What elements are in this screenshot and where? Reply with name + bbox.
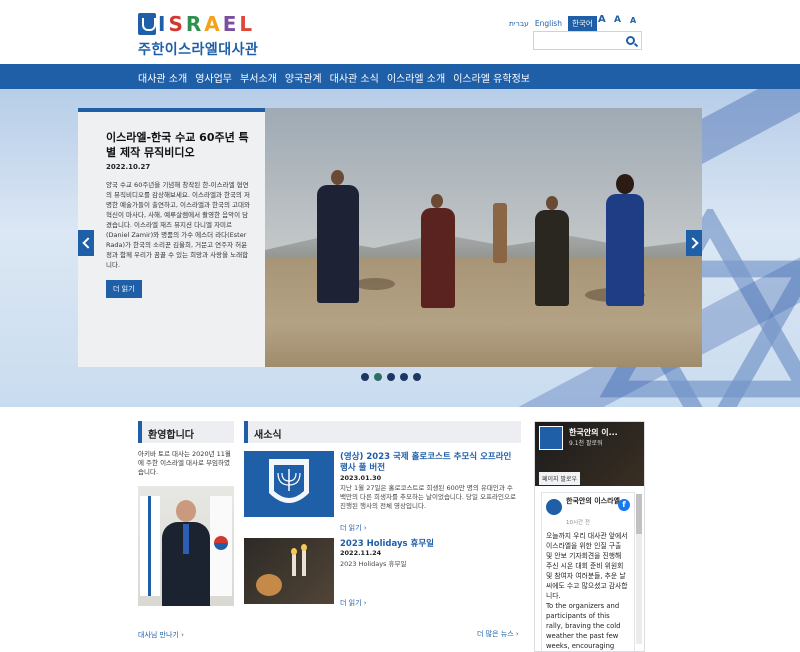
person-figure — [317, 185, 359, 303]
site-name: 주한이스라엘대사관 — [138, 42, 259, 58]
font-size-large[interactable]: A — [598, 14, 606, 25]
facebook-post-text-en: To the organizers and participants of th… — [546, 602, 621, 650]
logo-letter: I — [158, 12, 167, 36]
news-image-candles[interactable] — [244, 538, 334, 604]
ambassador-photo — [138, 486, 234, 606]
person-figure — [606, 194, 644, 306]
font-size-small[interactable]: A — [630, 16, 636, 25]
news-item-read-more[interactable]: 더 읽기 › — [340, 598, 367, 608]
logo-letter: S — [168, 12, 184, 36]
israel-flag — [140, 496, 160, 596]
slide-title[interactable]: 이스라엘-한국 수교 60주년 특별 제작 뮤직비디오 — [106, 130, 251, 160]
logo-letter: A — [204, 12, 221, 36]
meet-ambassador-link[interactable]: 대사님 만나기 › — [138, 630, 184, 640]
carousel-dot[interactable] — [361, 373, 369, 381]
meet-ambassador-link-label: 대사님 만나기 — [138, 631, 179, 639]
news-image-emblem[interactable] — [244, 451, 334, 517]
facebook-post-avatar[interactable] — [546, 499, 562, 515]
logo-letter: E — [222, 12, 238, 36]
nav-item-study[interactable]: 이스라엘 유학정보 — [453, 70, 530, 85]
logo-letter: L — [239, 12, 254, 36]
welcome-heading: 환영합니다 — [138, 421, 234, 443]
emblem-icon — [269, 459, 309, 503]
slide-image[interactable] — [265, 108, 702, 367]
rock-shape — [355, 278, 395, 290]
search-icon[interactable] — [626, 36, 635, 45]
read-more-label: 더 읽기 — [340, 599, 362, 607]
tie-shape — [183, 524, 189, 554]
nav-item-about-israel[interactable]: 이스라엘 소개 — [387, 70, 445, 85]
site-header: I S R A E L 주한이스라엘대사관 עברית English 한국어 … — [0, 0, 800, 64]
nav-item-departments[interactable]: 부서소개 — [240, 70, 277, 85]
facebook-logo-icon: f — [618, 499, 630, 511]
news-item-date: 2023.01.30 — [340, 474, 382, 482]
israel-logo-mark: I S R A E L — [138, 12, 258, 36]
nav-item-news[interactable]: 대사관 소식 — [330, 70, 379, 85]
person-head — [616, 174, 634, 194]
person-head — [331, 170, 344, 185]
news-heading: 새소식 — [244, 421, 521, 443]
facebook-scrollbar[interactable] — [636, 494, 642, 644]
carousel-dot[interactable] — [387, 373, 395, 381]
slide-read-more-button[interactable]: 더 읽기 — [106, 280, 142, 298]
news-item-date: 2022.11.24 — [340, 549, 382, 557]
nav-item-bilateral[interactable]: 양국관계 — [285, 70, 322, 85]
lang-hebrew[interactable]: עברית — [509, 19, 529, 28]
site-logo[interactable]: I S R A E L 주한이스라엘대사관 — [138, 12, 258, 59]
flame-shape — [301, 544, 307, 551]
lang-english[interactable]: English — [535, 19, 562, 28]
person-figure — [421, 208, 455, 308]
hero-carousel: 이스라엘-한국 수교 60주년 특별 제작 뮤직비디오 2022.10.27 양… — [0, 89, 800, 407]
bread-shape — [256, 574, 282, 596]
facebook-cover: 한국안의 이... 9.1천 팔로워 페이지 팔로우 — [535, 422, 644, 486]
nav-item-consular[interactable]: 영사업무 — [195, 70, 232, 85]
menorah-icon — [138, 13, 156, 35]
carousel-dot-active[interactable] — [374, 373, 382, 381]
facebook-page-thumbnail[interactable] — [539, 426, 563, 450]
logo-letter: R — [185, 12, 203, 36]
read-more-label: 더 읽기 — [340, 524, 362, 532]
language-switcher: עברית English 한국어 — [509, 16, 597, 31]
facebook-post-time: 10시간 전 — [566, 520, 590, 526]
news-item-body: 2023 Holidays 휴무일 — [340, 560, 407, 568]
news-item-title[interactable]: (영상) 2023 국제 홀로코스트 추모식 오프라인 행사 풀 버전 — [340, 452, 515, 474]
facebook-post-text-ko: 오늘까지 우리 대사관 앞에서 이스라엘을 위한 인질 구출 및 안보 기자회견… — [546, 532, 628, 600]
facebook-post: 한국안의 이스라엘 f 10시간 전 오늘까지 우리 대사관 앞에서 이스라엘을… — [541, 492, 635, 651]
candle-shape — [292, 554, 296, 576]
follow-button-label: 페이지 팔로우 — [542, 476, 578, 483]
candle-shape — [302, 550, 306, 576]
person-head — [431, 194, 443, 208]
news-item-body: 지난 1월 27일은 홀로코스트로 희생된 600만 명의 유대인과 수 백만의… — [340, 484, 516, 510]
instrument-shape — [493, 203, 507, 263]
carousel-prev-button[interactable] — [78, 230, 94, 256]
scrollbar-thumb[interactable] — [636, 494, 642, 534]
carousel-dot[interactable] — [413, 373, 421, 381]
news-item-read-more[interactable]: 더 읽기 › — [340, 523, 367, 533]
flame-shape — [291, 548, 297, 555]
slide-caption-card: 이스라엘-한국 수교 60주년 특별 제작 뮤직비디오 2022.10.27 양… — [78, 112, 265, 367]
person-head — [546, 196, 558, 210]
korea-flag — [210, 496, 232, 596]
carousel-dots — [361, 373, 421, 381]
more-news-link[interactable]: 더 많은 뉴스 › — [477, 629, 519, 639]
search-input[interactable] — [533, 31, 642, 50]
lang-korean[interactable]: 한국어 — [567, 16, 597, 31]
person-head — [176, 500, 196, 522]
facebook-widget: 한국안의 이... 9.1천 팔로워 페이지 팔로우 한국안의 이스라엘 f 1… — [534, 421, 645, 652]
facebook-page-name[interactable]: 한국안의 이... — [569, 427, 618, 438]
nav-item-about-embassy[interactable]: 대사관 소개 — [138, 70, 187, 85]
carousel-next-button[interactable] — [686, 230, 702, 256]
carousel-dot[interactable] — [400, 373, 408, 381]
welcome-text: 아키바 토르 대사는 2020년 11월에 주한 이스라엘 대사로 부임하였습니… — [138, 450, 231, 476]
slide-body: 양국 수교 60주년을 기념해 창작된 한-이스라엘 협연의 뮤직비디오를 감상… — [106, 181, 250, 269]
person-figure — [535, 210, 569, 306]
facebook-follow-button[interactable]: 페이지 팔로우 — [539, 472, 581, 485]
more-news-label: 더 많은 뉴스 — [477, 630, 514, 638]
facebook-followers: 9.1천 팔로워 — [569, 440, 603, 447]
font-size-medium[interactable]: A — [614, 15, 621, 25]
slide-date: 2022.10.27 — [106, 163, 151, 171]
main-nav: 대사관 소개 영사업무 부서소개 양국관계 대사관 소식 이스라엘 소개 이스라… — [0, 64, 800, 89]
